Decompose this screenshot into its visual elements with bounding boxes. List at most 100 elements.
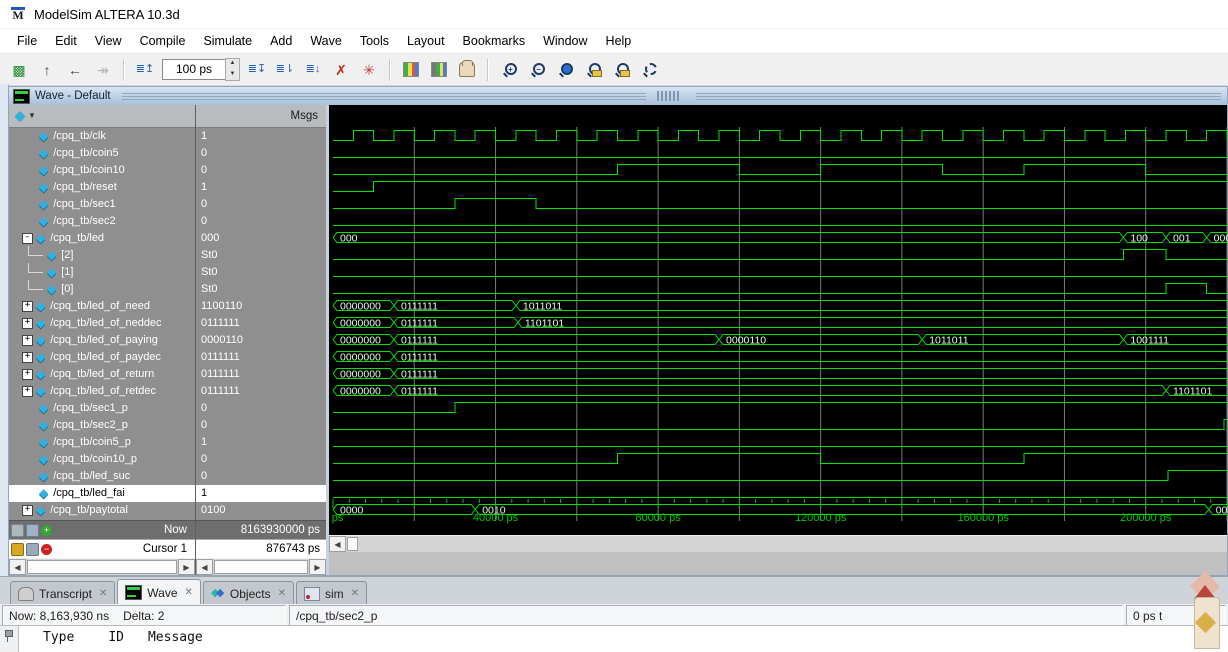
signal-row-name[interactable]: - ◆ /cpq_tb/led — [9, 230, 195, 247]
scroll-thumb[interactable] — [214, 560, 308, 574]
add-cursor-icon[interactable]: + — [41, 524, 52, 536]
signal-row-value[interactable]: 0 — [196, 213, 326, 230]
signal-row-name[interactable]: ◆ [0] — [9, 280, 195, 298]
signal-row-name[interactable]: ◆ /cpq_tb/coin5 — [9, 145, 195, 162]
expand-icon[interactable]: + — [22, 300, 33, 312]
zoom-range-icon[interactable] — [608, 57, 634, 83]
run-all-icon[interactable]: ≣↓ — [300, 57, 326, 83]
wave-window-titlebar[interactable]: Wave - Default — [9, 87, 1227, 105]
signal-row-value[interactable]: 1 — [196, 128, 326, 145]
signal-row-value[interactable]: 0111111 — [196, 315, 326, 332]
menu-window[interactable]: Window — [534, 31, 596, 51]
restart-icon[interactable]: ≣↥ — [132, 57, 158, 83]
signal-row-name[interactable]: ◆ [1] — [9, 263, 195, 281]
col-type[interactable]: Type — [43, 630, 74, 645]
zoom-in-icon[interactable]: + — [496, 57, 522, 83]
expand-icon[interactable]: + — [22, 351, 33, 363]
signal-row-value[interactable]: St0 — [196, 281, 326, 298]
menu-file[interactable]: File — [8, 31, 46, 51]
signal-row-name[interactable]: ◆ [2] — [9, 246, 195, 264]
signal-row-name[interactable]: + ◆ /cpq_tb/led_of_need — [9, 298, 195, 315]
scroll-thumb[interactable] — [347, 537, 358, 551]
signal-row-value[interactable]: 1 — [196, 484, 326, 502]
menu-wave[interactable]: Wave — [301, 31, 351, 51]
signal-row-value[interactable]: 0 — [196, 400, 326, 417]
signal-row-name[interactable]: ◆ /cpq_tb/led_suc — [9, 468, 195, 485]
signal-row-value[interactable]: 0 — [196, 417, 326, 434]
run-continue-icon[interactable]: ≣⇂ — [272, 57, 298, 83]
scroll-left-icon[interactable]: ◀ — [196, 559, 213, 575]
edit-cursor-icon[interactable] — [26, 542, 39, 556]
expand-icon[interactable]: + — [22, 334, 33, 346]
signal-row-value[interactable]: 0 — [196, 145, 326, 162]
chevron-down-icon[interactable]: ▼ — [28, 111, 36, 120]
signal-row-name[interactable]: + ◆ /cpq_tb/led_of_return — [9, 366, 195, 383]
waveform-canvas[interactable]: 0001000010000000000011111110110110000000… — [329, 105, 1228, 535]
signal-row-name[interactable]: + ◆ /cpq_tb/paytotal — [9, 502, 195, 519]
menu-bookmarks[interactable]: Bookmarks — [454, 31, 535, 51]
signal-row-name[interactable]: ◆ /cpq_tb/sec2 — [9, 213, 195, 230]
signal-row-value[interactable]: 0 — [196, 468, 326, 485]
tab-close-icon[interactable]: ✕ — [185, 587, 193, 598]
expand-icon[interactable]: + — [22, 317, 33, 329]
break-icon[interactable]: ✗ — [328, 57, 354, 83]
run-length-input[interactable]: 100 ps — [162, 59, 225, 80]
compile-all-icon[interactable]: ▩ — [6, 57, 32, 83]
tab-sim[interactable]: sim ✕ — [296, 581, 368, 605]
signal-row-value[interactable]: St0 — [196, 247, 326, 264]
expand-icon[interactable]: + — [22, 368, 33, 380]
menu-help[interactable]: Help — [597, 31, 641, 51]
wave-colors-icon[interactable] — [398, 57, 424, 83]
signal-row-name[interactable]: ◆ /cpq_tb/sec1_p — [9, 400, 195, 417]
menu-edit[interactable]: Edit — [46, 31, 86, 51]
tab-transcript[interactable]: Transcript ✕ — [10, 581, 116, 605]
zoom-cursor-icon[interactable] — [580, 57, 606, 83]
run-length-stepper[interactable]: ▲ ▼ — [225, 58, 240, 81]
signal-row-name[interactable]: ◆ /cpq_tb/clk — [9, 128, 195, 145]
signal-row-name[interactable]: + ◆ /cpq_tb/led_of_neddec — [9, 315, 195, 332]
signal-row-name[interactable]: ◆ /cpq_tb/sec1 — [9, 196, 195, 213]
names-hscrollbar[interactable]: ◀ ▶ — [9, 558, 195, 575]
expand-icon[interactable]: + — [22, 385, 33, 397]
select-mode-hand-icon[interactable] — [454, 57, 480, 83]
signal-row-value[interactable]: 0111111 — [196, 366, 326, 383]
tab-close-icon[interactable]: ✕ — [99, 588, 107, 599]
tab-objects[interactable]: Objects ✕ — [202, 581, 294, 605]
menu-view[interactable]: View — [86, 31, 131, 51]
collapse-icon[interactable]: - — [22, 232, 33, 244]
delete-cursor-icon[interactable]: − — [41, 543, 52, 555]
signal-row-value[interactable]: 0111111 — [196, 349, 326, 366]
signal-row-value[interactable]: 0100 — [196, 502, 326, 519]
waveform-svg[interactable]: 0001000010000000000011111110110110000000… — [329, 127, 1228, 521]
signal-row-name[interactable]: ◆ /cpq_tb/coin10 — [9, 162, 195, 179]
signal-row-value[interactable]: 0 — [196, 196, 326, 213]
find-previous-icon[interactable]: ↑ — [34, 57, 60, 83]
signal-row-value[interactable]: 0 — [196, 162, 326, 179]
menu-compile[interactable]: Compile — [131, 31, 195, 51]
titlebar-grip[interactable] — [657, 91, 680, 101]
wave-hscrollbar[interactable]: ◀ — [329, 535, 1227, 552]
scroll-left-icon[interactable]: ◀ — [9, 559, 26, 575]
scroll-left-icon[interactable]: ◀ — [329, 536, 346, 552]
scroll-right-icon[interactable]: ▶ — [309, 559, 326, 575]
insert-cursor-icon[interactable] — [11, 523, 24, 537]
cursor-row[interactable]: − Cursor 1 — [9, 539, 195, 558]
timeline-ruler[interactable]: 0 ps 40000 ps 80000 ps 120000 ps 160000 ps 20… — [329, 499, 1228, 535]
signal-row-name[interactable]: + ◆ /cpq_tb/led_of_retdec — [9, 383, 195, 400]
scroll-right-icon[interactable]: ▶ — [178, 559, 195, 575]
menu-layout[interactable]: Layout — [398, 31, 454, 51]
signal-row-name[interactable]: ◆ /cpq_tb/led_fai — [9, 484, 195, 502]
signal-row-name[interactable]: ◆ /cpq_tb/sec2_p — [9, 417, 195, 434]
col-message[interactable]: Message — [148, 630, 203, 645]
signal-row-value[interactable]: 000 — [196, 230, 326, 247]
lock-cursor-icon[interactable] — [11, 542, 24, 556]
tab-close-icon[interactable]: ✕ — [351, 588, 359, 599]
signal-row-name[interactable]: + ◆ /cpq_tb/led_of_paying — [9, 332, 195, 349]
signal-row-name[interactable]: ◆ /cpq_tb/coin10_p — [9, 451, 195, 468]
menu-tools[interactable]: Tools — [351, 31, 398, 51]
back-icon[interactable]: ← — [62, 57, 88, 83]
signal-row-value[interactable]: St0 — [196, 264, 326, 281]
cursor-comment-icon[interactable] — [26, 523, 39, 537]
menu-simulate[interactable]: Simulate — [194, 31, 261, 51]
scroll-thumb[interactable] — [27, 560, 177, 574]
